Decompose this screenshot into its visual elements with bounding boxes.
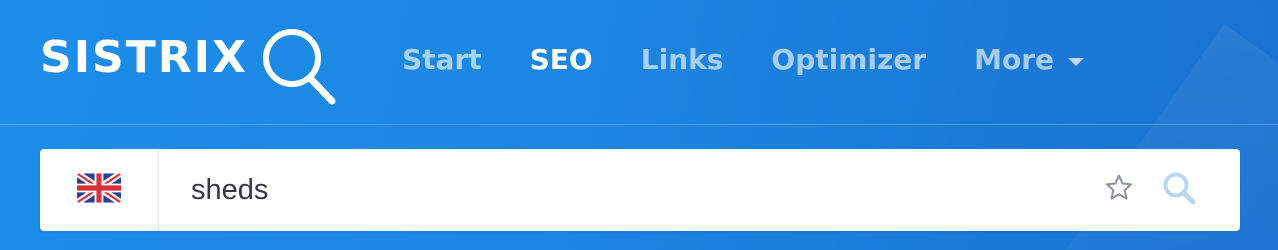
top-navigation-bar: SISTRIX Start SEO Links Optimizer More (0, 0, 1278, 125)
nav-item-label: SEO (529, 43, 593, 76)
sistrix-logo[interactable]: SISTRIX (40, 26, 338, 108)
star-outline-icon (1103, 172, 1135, 209)
nav-item-optimizer[interactable]: Optimizer (771, 40, 926, 80)
app-window: SISTRIX Start SEO Links Optimizer More s… (0, 0, 1278, 250)
nav-item-more[interactable]: More (974, 40, 1085, 80)
nav-item-label: More (974, 43, 1055, 76)
search-bar (40, 148, 1240, 232)
search-button[interactable] (1156, 167, 1202, 213)
main-nav: Start SEO Links Optimizer More (402, 40, 1132, 80)
logo-text: SISTRIX (40, 32, 248, 83)
nav-item-seo[interactable]: SEO (530, 40, 593, 80)
favorite-button[interactable] (1096, 167, 1142, 213)
nav-item-label: Optimizer (771, 43, 927, 76)
chevron-down-icon (1068, 58, 1085, 66)
nav-item-label: Links (640, 43, 724, 76)
uk-flag-icon (77, 172, 121, 208)
nav-item-label: Start (402, 43, 482, 76)
nav-item-start[interactable]: Start (402, 40, 482, 80)
search-input[interactable] (159, 148, 1096, 232)
nav-item-links[interactable]: Links (641, 40, 724, 80)
search-icon (1161, 170, 1197, 211)
country-selector[interactable] (40, 149, 159, 231)
logo-magnifier-icon (260, 26, 338, 113)
